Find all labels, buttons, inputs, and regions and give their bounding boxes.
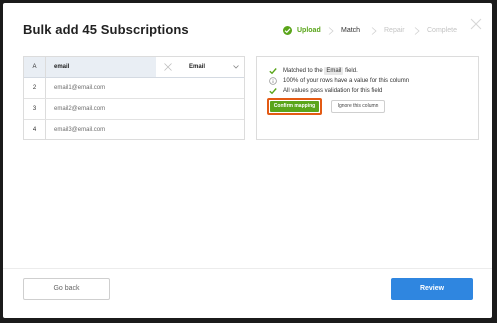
row-number: 3 [24,99,46,119]
ignore-column-button[interactable]: Ignore this column [331,100,385,113]
check-icon [269,68,277,75]
matched-field-tag: Email [324,67,344,75]
row-value: email3@email.com [54,127,106,133]
step-match: Match [341,27,361,34]
step-upload: Upload [297,27,321,34]
chevron-right-icon [414,27,420,35]
check-circle-icon [283,26,292,35]
caret-down-icon [233,65,239,69]
match-details-panel: Matched to the Email field. 100% of your… [256,56,479,140]
column-header: email [54,64,70,70]
row-value: email2@email.com [54,106,106,112]
confirm-mapping-button[interactable]: Confirm mapping [270,101,319,112]
field-mapping-select[interactable]: Email [156,57,244,77]
rows-value-text: 100% of your rows have a value for this … [283,78,410,84]
validation-text: All values pass validation for this fiel… [283,88,383,94]
row-number: 2 [24,78,46,98]
matched-suffix: field. [345,68,358,74]
close-icon[interactable] [470,18,482,30]
chevron-right-icon [328,27,334,35]
mapped-field-label: Email [189,64,206,70]
review-button[interactable]: Review [391,278,473,300]
table-row: 4 email3@email.com [24,120,244,139]
table-row: 2 email1@email.com [24,78,244,99]
x-icon [164,63,172,71]
confirm-mapping-highlight: Confirm mapping [267,98,322,115]
chevron-right-icon [371,27,377,35]
step-repair: Repair [384,27,405,34]
footer-divider [3,268,492,269]
info-circle-icon [269,77,277,85]
modal-title: Bulk add 45 Subscriptions [23,22,189,37]
column-preview-table: A email Email 2 email1@email.com 3 email… [23,56,245,140]
table-row: 3 email2@email.com [24,99,244,120]
check-icon [269,88,277,95]
matched-prefix: Matched to the [283,68,323,74]
table-header-row: A email Email [24,57,244,78]
step-complete: Complete [427,27,457,34]
row-number: 4 [24,120,46,139]
column-letter: A [24,57,46,77]
bulk-add-modal: Bulk add 45 Subscriptions Upload Match R… [3,3,492,318]
row-value: email1@email.com [54,85,106,91]
go-back-button[interactable]: Go back [23,278,110,300]
